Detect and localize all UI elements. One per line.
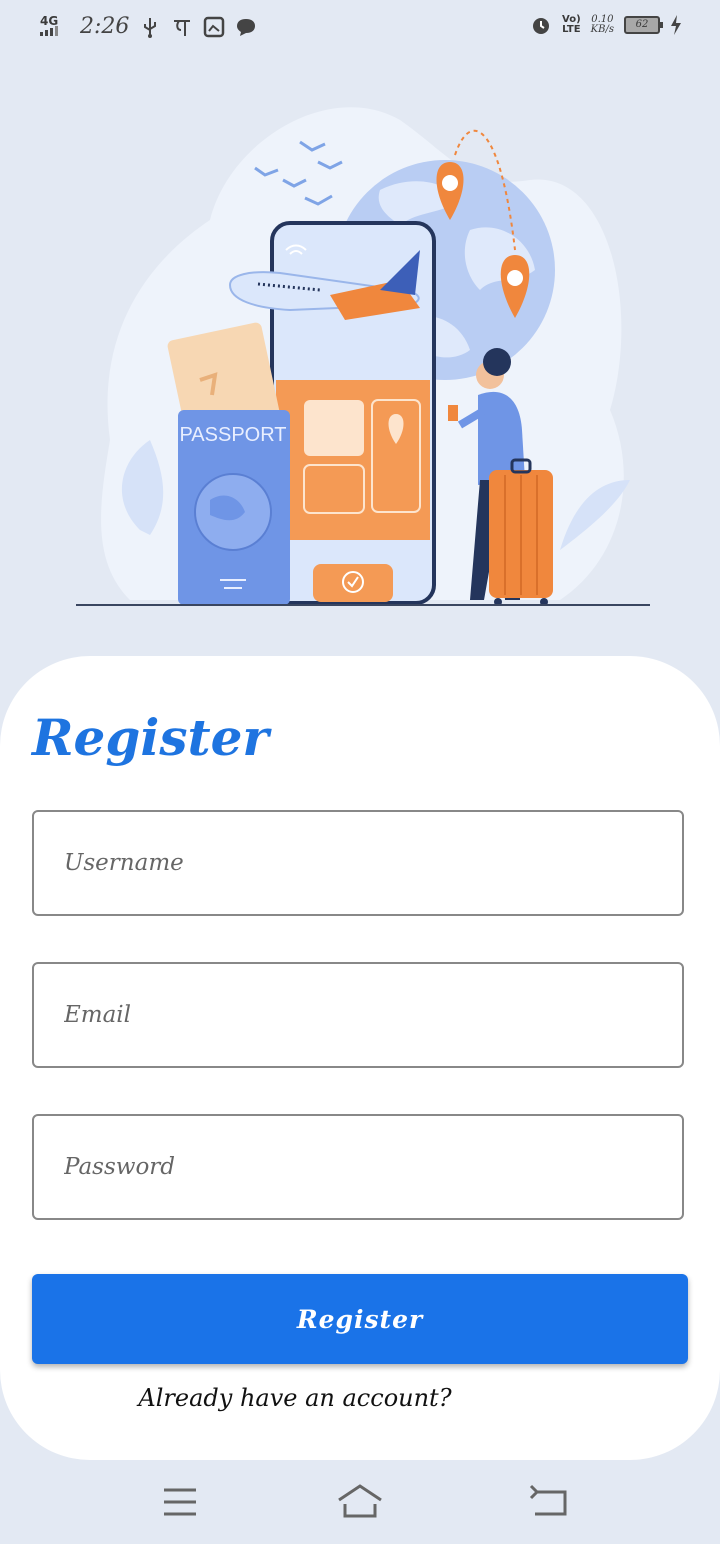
home-icon[interactable] — [335, 1480, 385, 1524]
navigation-bar — [0, 1460, 720, 1544]
passport-icon: PASSPORT — [178, 410, 290, 605]
chat-icon — [237, 18, 256, 36]
status-left: 4G 2:26 — [40, 14, 257, 39]
back-icon[interactable] — [525, 1480, 575, 1524]
battery-level: 62 — [635, 19, 649, 30]
gallery-icon — [204, 16, 225, 37]
lte-bottom: LTE — [562, 24, 581, 35]
alarm-icon — [533, 18, 550, 34]
page-title: Register — [32, 708, 269, 767]
network-speed: 0.10 KB/s — [591, 15, 614, 35]
speed-unit: KB/s — [590, 24, 614, 35]
username-field-box — [32, 810, 684, 916]
register-card: Register Register Already have an accoun… — [0, 656, 720, 1460]
username-input[interactable] — [34, 812, 682, 914]
suitcase-icon — [489, 458, 553, 606]
email-input[interactable] — [34, 964, 682, 1066]
password-field-box — [32, 1114, 684, 1220]
battery-icon: 62 — [624, 16, 663, 34]
passport-label: PASSPORT — [179, 424, 286, 446]
register-button[interactable]: Register — [32, 1274, 688, 1364]
charging-icon — [671, 15, 681, 35]
status-right: Vo) LTE 0.10 KB/s 62 — [530, 14, 682, 36]
travel-illustration: PASSPORT — [76, 107, 650, 606]
lte-indicator: Vo) LTE — [562, 15, 581, 35]
menu-icon[interactable] — [155, 1480, 205, 1524]
notification-icon — [174, 19, 191, 36]
usb-icon — [144, 17, 157, 38]
password-input[interactable] — [34, 1116, 682, 1218]
email-field-box — [32, 962, 684, 1068]
status-bar: 4G 2:26 Vo) LTE 0.10 KB/s 62 — [0, 0, 720, 56]
login-link[interactable]: Already have an account? — [0, 1384, 590, 1412]
clock-time: 2:26 — [80, 14, 130, 39]
signal-icon: 4G — [40, 15, 70, 37]
